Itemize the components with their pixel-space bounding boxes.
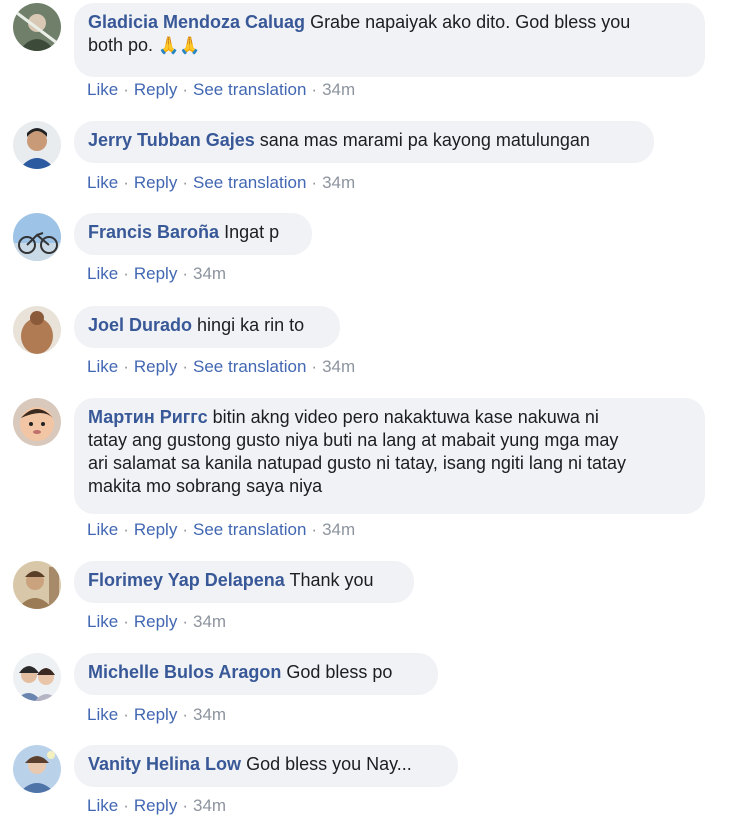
comment-text-line: both po. [88, 35, 154, 55]
comment-author[interactable]: Florimey Yap Delapena [88, 570, 285, 590]
comment-text-line: tatay ang gustong gusto niya buti na lan… [88, 430, 619, 450]
comment-bubble: Francis Baroña Ingat p [74, 213, 312, 255]
comment-actions: Like · Reply · 34m [87, 796, 227, 815]
like-button[interactable]: Like [87, 796, 118, 815]
comment-text: hingi ka rin to [197, 315, 305, 335]
comment-actions: Like · Reply · 34m [87, 264, 227, 283]
comment-actions: Like · Reply · See translation · 34m [87, 520, 356, 539]
comment-actions: Like · Reply · See translation · 34m [87, 357, 356, 376]
avatar[interactable] [13, 653, 61, 701]
timestamp[interactable]: 34m [193, 796, 226, 815]
comment-text: bitin akng video pero nakaktuwa kase nak… [212, 407, 599, 427]
comment-text: God bless you Nay... [246, 754, 412, 774]
timestamp[interactable]: 34m [193, 264, 226, 283]
comment-text: God bless po [286, 662, 393, 682]
comment-author[interactable]: Мартин Риггс [88, 407, 208, 427]
like-button[interactable]: Like [87, 80, 118, 99]
reply-button[interactable]: Reply [134, 357, 177, 376]
comment-text-line: makita mo sobrang saya niya [88, 476, 323, 496]
comment-actions: Like · Reply · See translation · 34m [87, 80, 356, 99]
see-translation-link[interactable]: See translation [193, 357, 306, 376]
avatar[interactable] [13, 213, 61, 261]
timestamp[interactable]: 34m [193, 705, 226, 724]
reply-button[interactable]: Reply [134, 264, 177, 283]
timestamp[interactable]: 34m [322, 357, 355, 376]
timestamp[interactable]: 34m [322, 80, 355, 99]
like-button[interactable]: Like [87, 173, 118, 192]
avatar[interactable] [13, 121, 61, 169]
avatar[interactable] [13, 398, 61, 446]
comment-text: Grabe napaiyak ako dito. God bless you [310, 12, 631, 32]
timestamp[interactable]: 34m [322, 173, 355, 192]
like-button[interactable]: Like [87, 520, 118, 539]
comment-author[interactable]: Jerry Tubban Gajes [88, 130, 255, 150]
reply-button[interactable]: Reply [134, 796, 177, 815]
comment-actions: Like · Reply · 34m [87, 612, 227, 631]
like-button[interactable]: Like [87, 612, 118, 631]
like-button[interactable]: Like [87, 705, 118, 724]
comment-text-line: ari salamat sa kanila natupad gusto ni t… [88, 453, 626, 473]
comment-list: Gladicia Mendoza Caluag Grabe napaiyak a… [0, 0, 750, 823]
comment-author[interactable]: Vanity Helina Low [88, 754, 241, 774]
like-button[interactable]: Like [87, 357, 118, 376]
comment-actions: Like · Reply · 34m [87, 705, 227, 724]
see-translation-link[interactable]: See translation [193, 173, 306, 192]
see-translation-link[interactable]: See translation [193, 80, 306, 99]
avatar[interactable] [13, 561, 61, 609]
avatar[interactable] [13, 745, 61, 793]
reply-button[interactable]: Reply [134, 520, 177, 539]
comment-author[interactable]: Michelle Bulos Aragon [88, 662, 281, 682]
comment-author[interactable]: Francis Baroña [88, 222, 219, 242]
folded-hands-icon: 🙏🙏 [158, 36, 201, 55]
comment-actions: Like · Reply · See translation · 34m [87, 173, 356, 192]
reply-button[interactable]: Reply [134, 612, 177, 631]
comment-text: Ingat p [224, 222, 280, 242]
comment-author[interactable]: Gladicia Mendoza Caluag [88, 12, 305, 32]
comment-bubble: Мартин Риггс bitin akng video pero nakak… [74, 398, 705, 514]
see-translation-link[interactable]: See translation [193, 520, 306, 539]
reply-button[interactable]: Reply [134, 705, 177, 724]
like-button[interactable]: Like [87, 264, 118, 283]
comment-bubble: Florimey Yap Delapena Thank you [74, 561, 414, 603]
comment-bubble: Michelle Bulos Aragon God bless po [74, 653, 438, 695]
comment-author[interactable]: Joel Durado [88, 315, 192, 335]
comment-bubble: Vanity Helina Low God bless you Nay... [74, 745, 458, 787]
avatar[interactable] [13, 3, 61, 51]
comment-bubble: Joel Durado hingi ka rin to [74, 306, 340, 348]
timestamp[interactable]: 34m [193, 612, 226, 631]
avatar[interactable] [13, 306, 61, 354]
comment-bubble: Gladicia Mendoza Caluag Grabe napaiyak a… [74, 3, 705, 77]
reply-button[interactable]: Reply [134, 80, 177, 99]
comment-bubble: Jerry Tubban Gajes sana mas marami pa ka… [74, 121, 654, 163]
comment-text: Thank you [289, 570, 374, 590]
reply-button[interactable]: Reply [134, 173, 177, 192]
comment-text: sana mas marami pa kayong matulungan [259, 130, 590, 150]
timestamp[interactable]: 34m [322, 520, 355, 539]
